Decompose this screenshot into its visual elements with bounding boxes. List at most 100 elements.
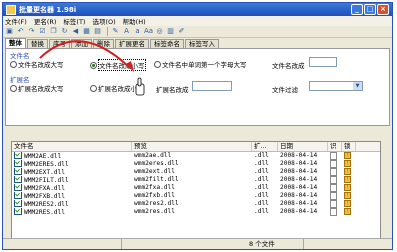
font-a-small-icon[interactable]: a — [133, 27, 142, 36]
row-checkbox[interactable] — [14, 208, 22, 215]
menu-file[interactable]: 文件(F) — [5, 16, 27, 26]
radio-ext-lower[interactable]: 扩展名改成小写 — [90, 83, 144, 93]
checkbox-icon[interactable]: ☑ — [38, 27, 47, 36]
radio-filename-upper[interactable]: 文件名改成大写 — [10, 59, 64, 69]
cell-date: 2008-04-14 — [280, 152, 318, 159]
cell-ext: .dll — [254, 152, 269, 159]
menu-bar: 文件(F) 更名(R) 标签(T) 选项(O) 帮助(H) — [3, 16, 392, 26]
cell-lock: ! — [342, 192, 356, 200]
cell-lock: ! — [342, 208, 356, 216]
font-a-case-icon[interactable]: Aa — [144, 27, 153, 36]
cell-filename: WMM2ERES.dll — [12, 160, 132, 168]
menu-tags[interactable]: 标签(T) — [63, 16, 85, 26]
lock-icon: ! — [344, 168, 351, 175]
table-row[interactable]: WMM2RES.dll wmm2res.dll .dll 2008-04-14! — [12, 208, 380, 216]
cell-filename: WMM2RES.dll — [12, 208, 132, 216]
cell-filename: WMM2FXB.dll — [12, 192, 132, 200]
cell-lock: ! — [342, 200, 356, 208]
font-a-icon[interactable]: A — [122, 27, 131, 36]
pen-icon[interactable]: ✐ — [177, 27, 186, 36]
app-icon — [6, 4, 16, 15]
cell-id — [328, 208, 342, 216]
cell-preview: wmm2filt.dll — [134, 176, 179, 183]
cell-filename: WMM2RES2.dll — [12, 200, 132, 208]
cell-id — [328, 192, 342, 200]
table-row[interactable]: WMM2FXA.dll wmm2fxa.dll .dll 2008-04-14! — [12, 184, 380, 192]
tab-sequence[interactable]: 序号 — [49, 39, 70, 48]
toolbar: ▣ ↶ ↷ ☑ ❐ ↻ ◀ ▦ ▤ ✎ A a Aa ◎ ▥ ✐ — [3, 26, 392, 38]
menu-options[interactable]: 选项(O) — [92, 16, 115, 26]
table-row[interactable]: WMM2ERES.dll wmm2eres.dll .dll 2008-04-14! — [12, 160, 380, 168]
radio-ext-upper[interactable]: 扩展名改成大写 — [10, 83, 64, 93]
status-divider — [303, 239, 392, 249]
status-bar: 8 个文件 — [3, 238, 392, 249]
cell-lock: ! — [342, 152, 356, 160]
redo-icon[interactable]: ↷ — [27, 27, 36, 36]
open-folder-icon[interactable]: ▣ — [5, 27, 14, 36]
col-filename[interactable]: 文件名 — [12, 142, 132, 151]
document-icon — [330, 152, 337, 160]
col-id[interactable]: 识 — [328, 142, 342, 151]
file-list: 文件名 预览 扩... 日期 识 锁 WMM2AE.dll wmm2ae.dll.… — [11, 141, 381, 239]
brush-icon[interactable]: ✎ — [111, 27, 120, 36]
ext-change-input[interactable] — [192, 81, 232, 91]
row-checkbox[interactable] — [14, 168, 22, 175]
table-row[interactable]: WMM2FILT.dll wmm2filt.dll .dll 2008-04-14! — [12, 176, 380, 184]
col-lock[interactable]: 锁 — [342, 142, 356, 151]
target-icon[interactable]: ◎ — [155, 27, 164, 36]
cell-filename: WMM2EXT.dll — [12, 168, 132, 176]
cell-filename: WMM2AE.dll — [12, 152, 132, 160]
lock-icon: ! — [344, 184, 351, 191]
document-icon — [330, 160, 337, 168]
file-filter-select[interactable]: ▼ — [309, 81, 363, 91]
tab-tag-write[interactable]: 标签写入 — [185, 39, 219, 48]
ext-change-label: 扩展名改成 — [156, 86, 189, 94]
cell-lock: ! — [342, 160, 356, 168]
radio-dot — [90, 84, 97, 92]
radio-filename-lower[interactable]: 文件名改成小写 — [90, 59, 146, 71]
tab-replace[interactable]: 替换 — [27, 39, 48, 48]
maximize-button[interactable]: □ — [364, 4, 376, 15]
menu-rename[interactable]: 更名(R) — [34, 16, 57, 26]
cell-date: 2008-04-14 — [280, 208, 318, 215]
cell-preview: wmm2ext.dll — [134, 168, 175, 175]
row-checkbox[interactable] — [14, 200, 22, 207]
table-row[interactable]: WMM2EXT.dll wmm2ext.dll .dll 2008-04-14! — [12, 168, 380, 176]
tab-delete[interactable]: 删除 — [93, 39, 114, 48]
copy-icon[interactable]: ❐ — [49, 27, 58, 36]
row-checkbox[interactable] — [14, 152, 22, 159]
back-icon[interactable]: ◀ — [71, 27, 80, 36]
select-all-icon[interactable]: ▦ — [82, 27, 91, 36]
col-date[interactable]: 日期 — [278, 142, 328, 151]
minimize-button[interactable]: _ — [351, 4, 363, 15]
lock-icon: ! — [344, 200, 351, 207]
table-row[interactable]: WMM2FXB.dll wmm2fxb.dll .dll 2008-04-14! — [12, 192, 380, 200]
col-ext[interactable]: 扩... — [252, 142, 278, 151]
cell-ext: .dll — [254, 208, 269, 215]
row-checkbox[interactable] — [14, 160, 22, 167]
tab-ext-rename[interactable]: 扩展更名 — [115, 39, 149, 48]
table-row[interactable]: WMM2AE.dll wmm2ae.dll .dll 2008-04-14! — [12, 152, 380, 160]
tab-add[interactable]: 添加 — [71, 39, 92, 48]
col-preview[interactable]: 预览 — [132, 142, 252, 151]
cell-preview: wmm2ae.dll — [134, 152, 172, 159]
lock-icon: ! — [344, 152, 351, 159]
document-icon — [330, 168, 337, 176]
tab-tag-naming[interactable]: 标签命名 — [150, 39, 184, 48]
table-row[interactable]: WMM2RES2.dll wmm2res2.dll .dll 2008-04-14! — [12, 200, 380, 208]
menu-help[interactable]: 帮助(H) — [123, 16, 146, 26]
grid-icon[interactable]: ▤ — [93, 27, 102, 36]
row-checkbox[interactable] — [14, 192, 22, 199]
tab-overall[interactable]: 整体 — [5, 38, 26, 48]
cell-ext: .dll — [254, 184, 269, 191]
save-icon[interactable]: ▥ — [166, 27, 175, 36]
row-checkbox[interactable] — [14, 176, 22, 183]
close-button[interactable]: × — [377, 4, 389, 15]
cell-preview: wmm2res.dll — [134, 208, 175, 215]
row-checkbox[interactable] — [14, 184, 22, 191]
undo-icon[interactable]: ↶ — [16, 27, 25, 36]
filename-change-input[interactable] — [309, 57, 337, 67]
refresh-icon[interactable]: ↻ — [60, 27, 69, 36]
cell-ext: .dll — [254, 160, 269, 167]
radio-filename-word-cap[interactable]: 文件名中单词第一个字母大写 — [154, 59, 247, 69]
